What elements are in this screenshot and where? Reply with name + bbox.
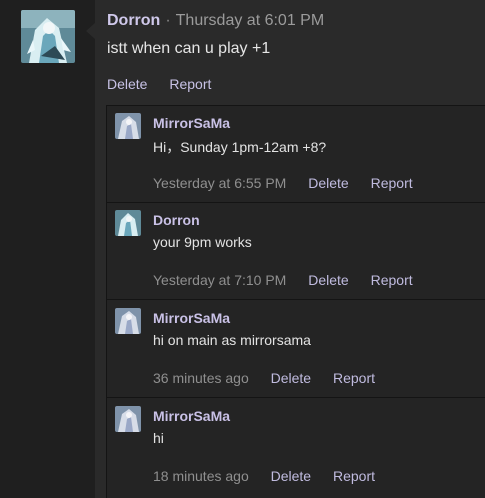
main-report-link[interactable]: Report [169, 76, 211, 92]
reply-author-avatar[interactable] [115, 113, 141, 139]
replies-list: MirrorSaMa Hi，Sunday 1pm-12am +8? Yester… [106, 105, 485, 498]
header-separator: · [165, 12, 171, 29]
reply-author[interactable]: MirrorSaMa [153, 408, 230, 424]
reply-meta: 18 minutes ago Delete Report [153, 468, 393, 484]
reply-item: MirrorSaMa Hi，Sunday 1pm-12am +8? Yester… [107, 106, 485, 203]
anime-character-avatar-icon [115, 113, 141, 139]
reply-delete-link[interactable]: Delete [308, 272, 348, 288]
main-comment-header: Dorron · Thursday at 6:01 PM [107, 12, 324, 30]
comment-thread-page: Dorron · Thursday at 6:01 PM istt when can… [0, 0, 485, 498]
reply-item: MirrorSaMa hi 18 minutes ago Delete Repo… [107, 399, 485, 495]
anime-character-avatar-icon [115, 210, 141, 236]
reply-report-link[interactable]: Report [371, 272, 413, 288]
reply-item: Dorron your 9pm works Yesterday at 7:10 … [107, 203, 485, 300]
reply-author[interactable]: MirrorSaMa [153, 310, 230, 326]
reply-author-avatar[interactable] [115, 406, 141, 432]
reply-report-link[interactable]: Report [333, 468, 375, 484]
reply-body: hi [153, 430, 164, 446]
left-gutter [0, 0, 96, 498]
reply-author-avatar[interactable] [115, 308, 141, 334]
main-comment-timestamp[interactable]: Thursday at 6:01 PM [176, 12, 325, 29]
reply-timestamp[interactable]: 18 minutes ago [153, 468, 249, 484]
reply-body: Hi，Sunday 1pm-12am +8? [153, 139, 327, 155]
reply-delete-link[interactable]: Delete [308, 175, 348, 191]
anime-character-avatar-icon [115, 308, 141, 334]
reply-body: hi on main as mirrorsama [153, 332, 311, 348]
reply-timestamp[interactable]: Yesterday at 6:55 PM [153, 175, 286, 191]
reply-author[interactable]: Dorron [153, 212, 200, 228]
main-comment-actions: Delete Report [107, 76, 229, 92]
reply-report-link[interactable]: Report [371, 175, 413, 191]
reply-meta: 36 minutes ago Delete Report [153, 370, 393, 386]
anime-character-avatar-icon [115, 406, 141, 432]
reply-timestamp[interactable]: Yesterday at 7:10 PM [153, 272, 286, 288]
reply-body: your 9pm works [153, 234, 252, 250]
main-author-avatar[interactable] [21, 10, 75, 63]
reply-author-avatar[interactable] [115, 210, 141, 236]
reply-delete-link[interactable]: Delete [271, 468, 311, 484]
reply-report-link[interactable]: Report [333, 370, 375, 386]
main-delete-link[interactable]: Delete [107, 76, 147, 92]
reply-delete-link[interactable]: Delete [271, 370, 311, 386]
reply-meta: Yesterday at 7:10 PM Delete Report [153, 272, 431, 288]
main-comment-body: istt when can u play +1 [107, 40, 271, 57]
main-comment-author[interactable]: Dorron [107, 12, 160, 29]
reply-author[interactable]: MirrorSaMa [153, 115, 230, 131]
reply-timestamp[interactable]: 36 minutes ago [153, 370, 249, 386]
anime-character-avatar-icon [21, 10, 75, 63]
reply-meta: Yesterday at 6:55 PM Delete Report [153, 175, 431, 191]
reply-item: MirrorSaMa hi on main as mirrorsama 36 m… [107, 301, 485, 398]
